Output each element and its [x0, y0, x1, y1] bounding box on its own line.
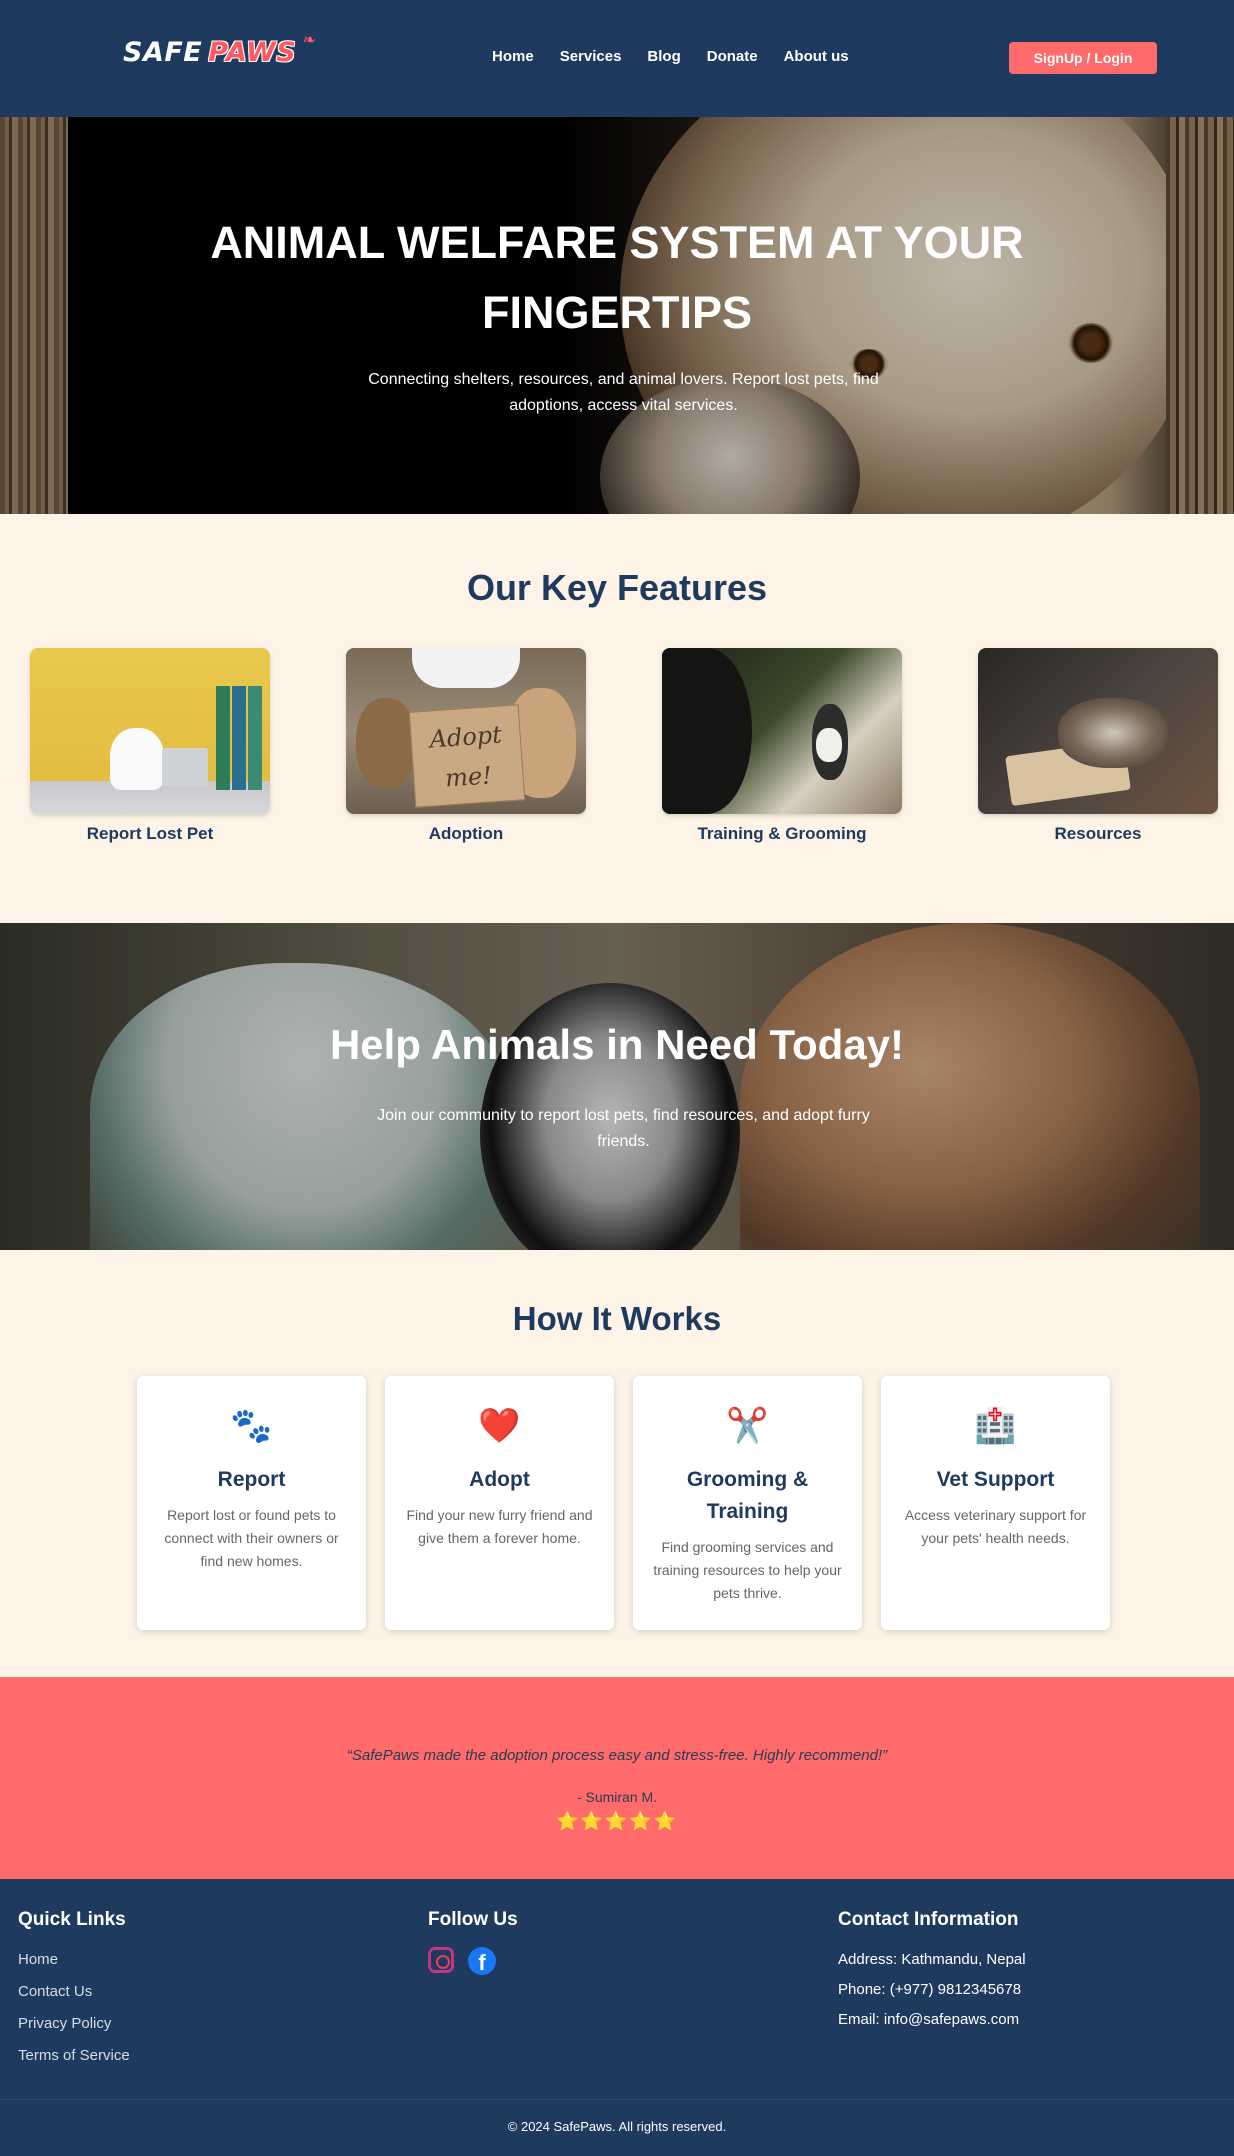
footer-link-contact[interactable]: Contact Us: [18, 1983, 130, 2000]
card-title: Adopt: [469, 1468, 530, 1491]
help-subtitle: Join our community to report lost pets, …: [377, 1107, 870, 1150]
feature-training-grooming[interactable]: Training & Grooming: [662, 648, 902, 844]
copyright-text: © 2024 SafePaws. All rights reserved.: [507, 2119, 727, 2134]
heart-icon: ❤️: [478, 1407, 521, 1445]
card-text: Access veterinary support for your pets'…: [904, 1507, 1087, 1546]
feature-image-resources: [978, 648, 1218, 814]
logo-word-safe: SAFE: [123, 36, 203, 68]
feature-label: Adoption: [428, 824, 504, 843]
features-title: Our Key Features: [466, 567, 768, 608]
how-it-works-title: How It Works: [512, 1300, 722, 1337]
paw-prints-icon: 🐾: [230, 1407, 273, 1445]
testimonial-quote: “SafePaws made the adoption process easy…: [346, 1747, 888, 1764]
card-report: 🐾 Report Report lost or found pets to co…: [137, 1376, 366, 1630]
card-text: Report lost or found pets to connect wit…: [164, 1507, 339, 1569]
nav-about-us[interactable]: About us: [784, 48, 849, 65]
card-title: Report: [217, 1468, 286, 1491]
card-text: Find your new furry friend and give them…: [406, 1507, 593, 1546]
nav-services[interactable]: Services: [560, 48, 622, 65]
card-title: Vet Support: [936, 1468, 1055, 1491]
top-navbar: SAFE PAWS ❧ Home Services Blog Donate Abo…: [0, 0, 1234, 117]
footer-link-home[interactable]: Home: [18, 1951, 130, 1968]
footer-follow: Follow Us f: [428, 1909, 518, 1975]
hero-subtitle: Connecting shelters, resources, and anim…: [368, 371, 879, 414]
footer-quick-links: Quick Links Home Contact Us Privacy Poli…: [18, 1909, 130, 2079]
footer-link-privacy[interactable]: Privacy Policy: [18, 2015, 130, 2032]
feature-report-lost-pet[interactable]: Report Lost Pet: [30, 648, 270, 844]
safepaws-logo[interactable]: SAFE PAWS ❧: [123, 32, 316, 70]
card-vet-support: 🏥 Vet Support Access veterinary support …: [881, 1376, 1110, 1630]
feature-image-training: [662, 648, 902, 814]
feature-label: Resources: [1054, 824, 1142, 843]
card-text: Find grooming services and training reso…: [653, 1539, 842, 1601]
help-title: Help Animals in Need Today!: [329, 1021, 905, 1068]
rating-stars-icon: ⭐⭐⭐⭐⭐: [555, 1811, 679, 1831]
scissors-icon: ✂️: [726, 1407, 769, 1445]
footer-link-terms[interactable]: Terms of Service: [18, 2047, 130, 2064]
testimonial-section: “SafePaws made the adoption process easy…: [0, 1677, 1234, 1879]
nav-blog[interactable]: Blog: [647, 48, 680, 65]
contact-email[interactable]: Email: info@safepaws.com: [838, 2011, 1026, 2028]
signup-login-button[interactable]: SignUp / Login: [1009, 42, 1157, 74]
feature-adoption[interactable]: Adopt me! Adoption: [346, 648, 586, 844]
feature-image-report: [30, 648, 270, 814]
feature-resources[interactable]: Resources: [978, 648, 1218, 844]
card-grooming-training: ✂️ Grooming & Training Find grooming ser…: [633, 1376, 862, 1630]
contact-address: Address: Kathmandu, Nepal: [838, 1951, 1026, 1968]
footer-contact: Contact Information Address: Kathmandu, …: [838, 1909, 1026, 2041]
nav-home[interactable]: Home: [492, 48, 534, 65]
feature-label: Report Lost Pet: [86, 824, 214, 843]
card-title: Grooming & Training: [686, 1468, 809, 1523]
instagram-icon[interactable]: [428, 1947, 454, 1973]
contact-phone: Phone: (+977) 9812345678: [838, 1981, 1022, 1998]
feature-image-adoption: Adopt me!: [346, 648, 586, 814]
follow-us-heading: Follow Us: [428, 1909, 518, 1930]
nav-donate[interactable]: Donate: [707, 48, 758, 65]
hero-title: ANIMAL WELFARE SYSTEM AT YOUR FINGERTIPS: [210, 217, 1024, 338]
site-footer: Quick Links Home Contact Us Privacy Poli…: [0, 1879, 1234, 2156]
quick-links-heading: Quick Links: [18, 1909, 126, 1930]
feature-label: Training & Grooming: [697, 824, 867, 843]
contact-info-heading: Contact Information: [838, 1909, 1019, 1930]
card-adopt: ❤️ Adopt Find your new furry friend and …: [385, 1376, 614, 1630]
nav-links: Home Services Blog Donate About us: [492, 48, 875, 65]
logo-word-paws: PAWS: [208, 36, 297, 68]
hospital-icon: 🏥: [974, 1407, 1017, 1445]
social-links: f: [428, 1947, 518, 1975]
footer-divider: [0, 2099, 1234, 2100]
help-banner: Help Animals in Need Today! Join our com…: [0, 923, 1234, 1250]
paw-icon: ❧: [302, 32, 317, 49]
facebook-icon[interactable]: f: [468, 1947, 496, 1975]
testimonial-author: - Sumiran M.: [576, 1789, 658, 1805]
